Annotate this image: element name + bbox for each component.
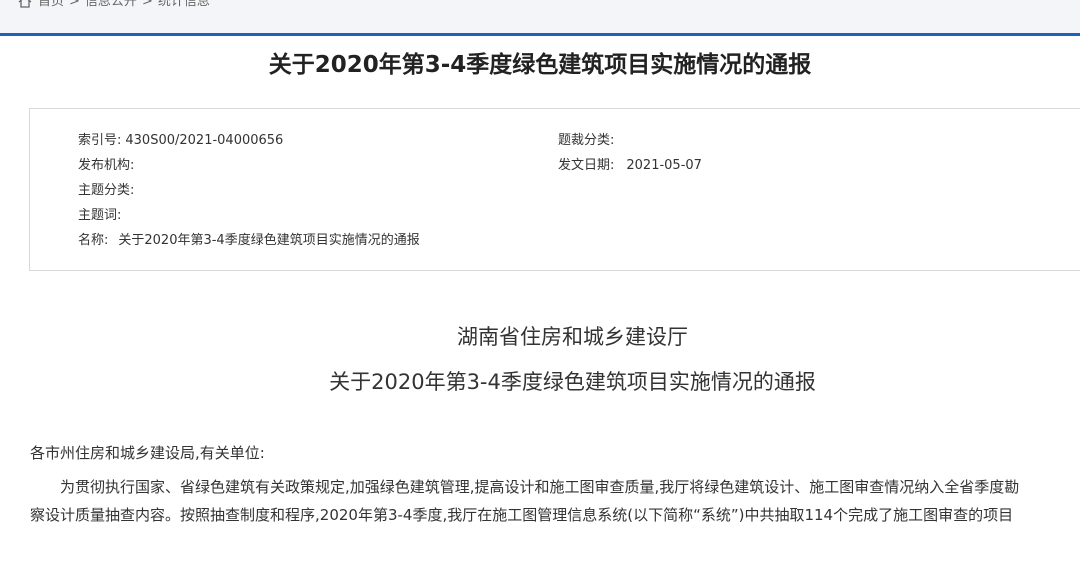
issuer-heading: 湖南省住房和城乡建设厅 — [457, 325, 688, 349]
body-line: 为贯彻执行国家、省绿色建筑有关政策规定,加强绿色建筑管理,提高设计和施工图审查质… — [60, 478, 1020, 496]
breadcrumb-bar: 首页 > 信息公开 > 统计信息 — [0, 0, 1080, 24]
meta-topic-row: 主题分类: — [78, 183, 138, 199]
document-metadata-box: 索引号: 430S00/2021-04000656 题裁分类: 发布机构: 发文日… — [29, 108, 1080, 271]
meta-name-value: 关于2020年第3-4季度绿色建筑项目实施情况的通报 — [118, 233, 420, 248]
meta-keyword-row: 主题词: — [78, 208, 125, 224]
home-icon[interactable] — [18, 0, 32, 8]
document-subtitle: 关于2020年第3-4季度绿色建筑项目实施情况的通报 — [329, 370, 816, 394]
meta-publisher-label: 发布机构: — [78, 158, 135, 173]
breadcrumb: 首页 > 信息公开 > 统计信息 — [18, 0, 210, 10]
meta-publisher-row: 发布机构: — [78, 158, 138, 174]
breadcrumb-separator: > — [69, 0, 80, 9]
breadcrumb-stats-link[interactable]: 统计信息 — [158, 0, 210, 9]
meta-date-label: 发文日期: — [558, 158, 615, 173]
meta-name-row: 名称: 关于2020年第3-4季度绿色建筑项目实施情况的通报 — [78, 233, 420, 249]
breadcrumb-home-link[interactable]: 首页 — [38, 0, 64, 9]
meta-keyword-label: 主题词: — [78, 208, 122, 223]
document-title: 关于2020年第3-4季度绿色建筑项目实施情况的通报 — [268, 52, 812, 78]
breadcrumb-info-link[interactable]: 信息公开 — [85, 0, 137, 9]
meta-index-value: 430S00/2021-04000656 — [125, 133, 284, 148]
body-paragraph: 为贯彻执行国家、省绿色建筑有关政策规定,加强绿色建筑管理,提高设计和施工图审查质… — [30, 473, 1080, 529]
meta-topic-label: 主题分类: — [78, 183, 135, 198]
breadcrumb-separator: > — [141, 0, 153, 9]
meta-category-row: 题裁分类: — [558, 133, 618, 149]
meta-date-value: 2021-05-07 — [626, 158, 702, 173]
salutation: 各市州住房和城乡建设局,有关单位: — [30, 444, 265, 462]
meta-index-label: 索引号: — [78, 133, 122, 148]
meta-index-row: 索引号: 430S00/2021-04000656 — [78, 133, 283, 149]
meta-name-label: 名称: — [78, 233, 109, 248]
meta-date-row: 发文日期: 2021-05-07 — [558, 158, 702, 174]
body-line: 察设计质量抽查内容。按照抽查制度和程序,2020年第3-4季度,我厅在施工图管理… — [30, 506, 1014, 524]
meta-category-label: 题裁分类: — [558, 133, 615, 148]
